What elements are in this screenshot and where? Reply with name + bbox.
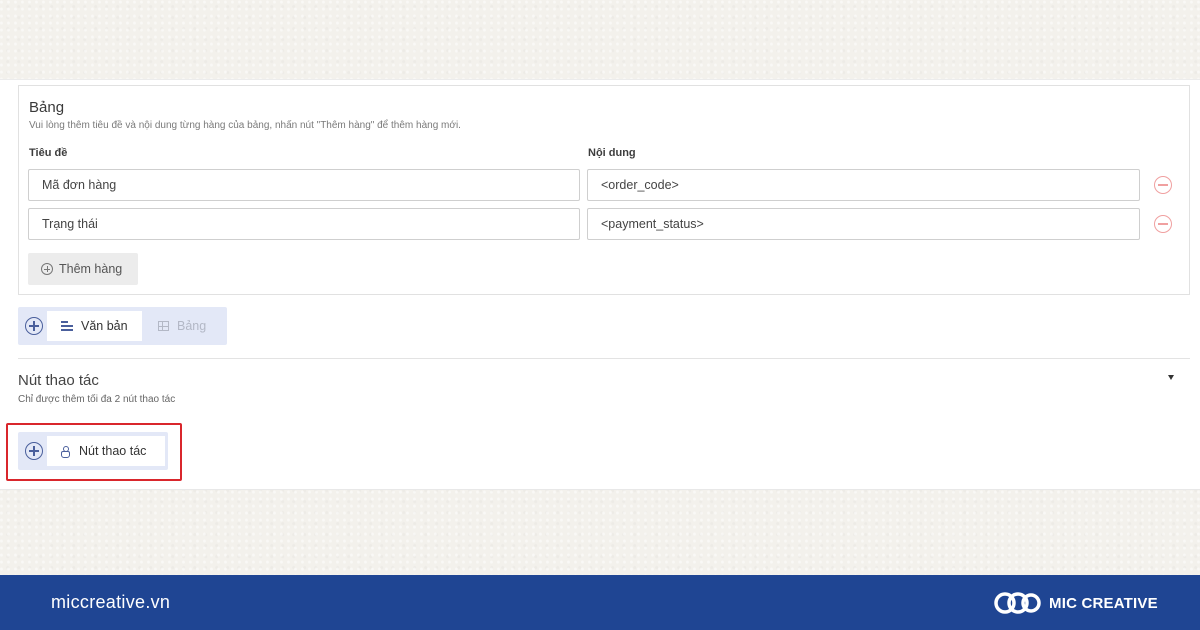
- add-action-plus-icon[interactable]: [25, 442, 43, 460]
- mic-logo-icon: [994, 592, 1041, 614]
- hand-pointer-icon: [61, 445, 70, 458]
- add-action-button[interactable]: Nút thao tác: [47, 436, 165, 466]
- add-row-label: Thêm hàng: [59, 262, 123, 276]
- text-icon: [61, 321, 73, 331]
- table-icon: [158, 321, 169, 331]
- action-button-toolbar: Nút thao tác: [18, 432, 168, 470]
- section-divider: [18, 358, 1190, 359]
- add-text-block-label: Văn bản: [81, 319, 128, 333]
- editor-panel: Bảng Vui lòng thêm tiêu đề và nội dung t…: [0, 79, 1200, 490]
- table-block: Bảng Vui lòng thêm tiêu đề và nội dung t…: [18, 85, 1190, 295]
- column-header-content: Nội dung: [588, 147, 636, 159]
- add-block-plus-icon[interactable]: [25, 317, 43, 335]
- row-1-content-input[interactable]: <order_code>: [587, 169, 1140, 201]
- add-table-block-label: Bảng: [177, 319, 207, 333]
- row-1-title-input[interactable]: Mã đơn hàng: [28, 169, 580, 201]
- chevron-down-icon[interactable]: [1168, 375, 1174, 380]
- action-section-description: Chỉ được thêm tối đa 2 nút thao tác: [18, 394, 176, 405]
- add-table-block-button[interactable]: Bảng: [144, 311, 223, 341]
- plus-circle-icon: [41, 263, 53, 275]
- remove-row-1-icon[interactable]: [1154, 176, 1172, 194]
- add-row-button[interactable]: Thêm hàng: [28, 253, 138, 285]
- footer-website: miccreative.vn: [51, 592, 171, 612]
- add-action-button-label: Nút thao tác: [79, 444, 147, 458]
- column-header-title: Tiêu đề: [29, 147, 68, 159]
- footer-logo: MIC CREATIVE: [993, 588, 1158, 618]
- table-block-description: Vui lòng thêm tiêu đề và nội dung từng h…: [29, 120, 461, 131]
- row-2-content-input[interactable]: <payment_status>: [587, 208, 1140, 240]
- table-block-title: Bảng: [29, 99, 65, 116]
- add-block-toolbar: Văn bản Bảng: [18, 307, 227, 345]
- footer-brand-name: MIC CREATIVE: [1049, 594, 1158, 612]
- row-2-title-input[interactable]: Trạng thái: [28, 208, 580, 240]
- add-text-block-button[interactable]: Văn bản: [47, 311, 142, 341]
- action-section-title: Nút thao tác: [18, 372, 99, 389]
- remove-row-2-icon[interactable]: [1154, 215, 1172, 233]
- brand-footer: miccreative.vn MIC CREATIVE: [0, 575, 1200, 630]
